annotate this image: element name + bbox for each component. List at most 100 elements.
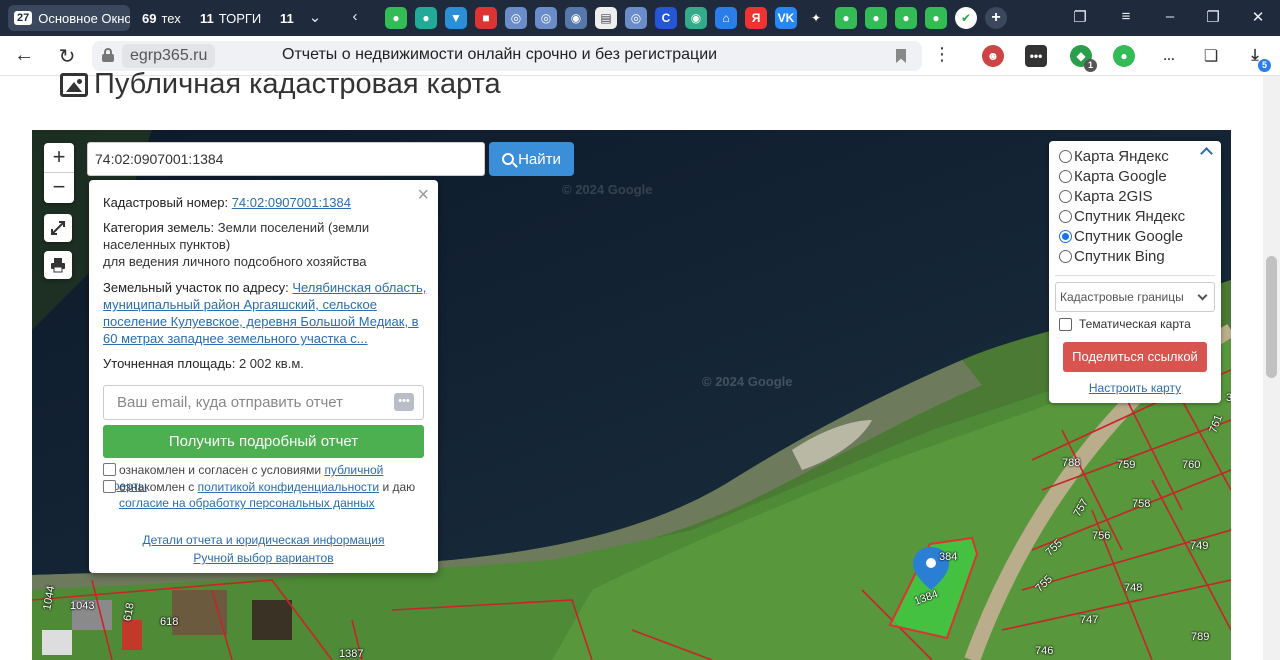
share-link-button[interactable]: Поделиться ссылкой — [1063, 342, 1207, 372]
layer-option-label: Карта Google — [1074, 167, 1167, 185]
offer-checkbox[interactable] — [103, 463, 116, 476]
tab-count: 27 — [14, 11, 33, 25]
eye-icon[interactable]: ◉ — [685, 7, 707, 29]
privacy-policy-link[interactable]: политикой конфиденциальности — [198, 480, 379, 494]
new-tab-icon[interactable]: + — [985, 7, 1007, 29]
check-icon[interactable]: ✔ — [955, 7, 977, 29]
print-button[interactable] — [44, 251, 72, 279]
more-vertical-icon[interactable]: ⋮ — [930, 44, 954, 65]
sparkle-icon[interactable]: ✦ — [805, 7, 827, 29]
layer-radio[interactable] — [1059, 249, 1072, 263]
yandex-icon[interactable]: Я — [745, 7, 767, 29]
menu-icon[interactable]: ≡ — [1116, 8, 1136, 25]
emblem-icon[interactable]: ◎ — [625, 7, 647, 29]
thematic-checkbox[interactable] — [1059, 317, 1072, 331]
tab-count: 11 — [200, 10, 214, 26]
configure-map-link[interactable]: Настроить карту — [1049, 381, 1221, 395]
domain-chip[interactable]: egrp365.ru — [122, 44, 216, 68]
home-icon[interactable]: ⌂ — [715, 7, 737, 29]
url-field[interactable]: egrp365.ru Отчеты о недвижимости онлайн … — [92, 41, 922, 71]
c-logo-icon[interactable]: C — [655, 7, 677, 29]
thematic-map-toggle[interactable]: Тематическая карта — [1059, 317, 1191, 331]
app-icon[interactable]: ● — [925, 7, 947, 29]
bookmarks-icon[interactable]: ❐ — [1070, 8, 1090, 26]
personal-data-consent-link[interactable]: согласие на обработку персональных данны… — [119, 496, 375, 510]
tab-tech[interactable]: 69 тех — [142, 5, 192, 31]
privacy-checkbox[interactable] — [103, 480, 116, 493]
app-icon[interactable]: ● — [415, 7, 437, 29]
extension-dots-icon[interactable]: ••• — [1025, 45, 1047, 67]
tab-torgi[interactable]: 11 ТОРГИ — [200, 5, 270, 31]
parcel-number-label: 760 — [1182, 459, 1201, 471]
shield-extension-icon[interactable]: ◆ 1 — [1070, 45, 1097, 72]
download-icon[interactable]: ⤓ 5 — [1244, 45, 1271, 72]
tab-main-window[interactable]: 27 Основное Окно — [8, 5, 130, 31]
layer-option-label: Карта Яндекс — [1074, 147, 1169, 165]
layer-option-label: Спутник Яндекс — [1074, 207, 1186, 225]
collections-icon[interactable]: ❏ — [1200, 45, 1222, 67]
category-label: Категория земель: — [103, 220, 215, 235]
tab-label: тех — [161, 10, 181, 26]
bookmark-icon[interactable] — [896, 49, 906, 63]
emblem-icon[interactable]: ◎ — [505, 7, 527, 29]
app-icon[interactable]: ● — [385, 7, 407, 29]
chevron-down-icon[interactable]: ⌄ — [305, 8, 325, 26]
extension-avatar-icon[interactable]: ☻ — [982, 45, 1004, 67]
layer-radio[interactable] — [1059, 189, 1072, 203]
reload-icon[interactable]: ↻ — [55, 44, 79, 69]
cadastral-label: Кадастровый номер: — [103, 195, 229, 210]
extension-green-icon[interactable]: ● — [1113, 45, 1135, 67]
shield-icon[interactable]: ▼ — [445, 7, 467, 29]
app-icon[interactable]: ● — [835, 7, 857, 29]
address-row: Земельный участок по адресу: Челябинская… — [103, 279, 428, 347]
restore-icon[interactable]: ❐ — [1203, 8, 1223, 26]
thematic-label: Тематическая карта — [1079, 317, 1191, 331]
image-icon — [60, 72, 88, 97]
minimize-icon[interactable]: – — [1160, 8, 1180, 25]
layer-option[interactable]: Карта Google — [1059, 166, 1167, 186]
zoom-in-button[interactable]: + — [44, 143, 74, 173]
cadastral-number-link[interactable]: 74:02:0907001:1384 — [232, 195, 351, 210]
page-scrollbar[interactable] — [1263, 76, 1280, 660]
layer-option[interactable]: Спутник Google — [1059, 226, 1183, 246]
layer-option[interactable]: Карта Яндекс — [1059, 146, 1169, 166]
autofill-icon[interactable]: ••• — [394, 393, 414, 411]
close-icon[interactable]: ✕ — [1248, 8, 1268, 26]
layer-radio[interactable] — [1059, 149, 1072, 163]
layer-radio[interactable] — [1059, 209, 1072, 223]
layer-radio[interactable] — [1059, 169, 1072, 183]
collapse-icon[interactable] — [1200, 147, 1213, 160]
layer-option[interactable]: Спутник Bing — [1059, 246, 1165, 266]
tab-label: ТОРГИ — [218, 10, 262, 26]
pinned-tabs: ● ● ▼ ■ ◎ ◎ ◉ ▤ ◎ C ◉ ⌂ Я VK ✦ ● ● ● ● ✔… — [385, 7, 1007, 29]
document-icon[interactable]: ▤ — [595, 7, 617, 29]
layer-radio[interactable] — [1059, 229, 1072, 243]
tab-group[interactable]: 11 — [280, 5, 300, 31]
cadastral-search-input[interactable]: 74:02:0907001:1384 — [87, 142, 485, 176]
scrollbar-thumb[interactable] — [1266, 256, 1277, 378]
report-details-link[interactable]: Детали отчета и юридическая информация — [89, 533, 438, 547]
emblem-icon[interactable]: ◎ — [535, 7, 557, 29]
layer-option[interactable]: Спутник Яндекс — [1059, 206, 1185, 226]
zoom-control: + − — [44, 143, 74, 203]
tab-count: 69 — [142, 10, 157, 26]
borders-select[interactable]: Кадастровые границы — [1055, 282, 1215, 312]
emblem-icon[interactable]: ◉ — [565, 7, 587, 29]
get-report-button[interactable]: Получить подробный отчет — [103, 425, 424, 458]
flag-icon[interactable]: ■ — [475, 7, 497, 29]
area-row: Уточненная площадь: 2 002 кв.м. — [103, 355, 428, 372]
app-icon[interactable]: ● — [895, 7, 917, 29]
find-button[interactable]: Найти — [489, 142, 574, 176]
parcel-number-label: 1043 — [70, 600, 95, 612]
app-icon[interactable]: ● — [865, 7, 887, 29]
vk-icon[interactable]: VK — [775, 7, 797, 29]
fullscreen-button[interactable] — [44, 214, 72, 242]
zoom-out-button[interactable]: − — [44, 173, 74, 203]
manual-selection-link[interactable]: Ручной выбор вариантов — [89, 551, 438, 565]
more-extensions-icon[interactable]: … — [1158, 45, 1180, 67]
page-title-in-url: Отчеты о недвижимости онлайн срочно и бе… — [282, 46, 718, 63]
back-tabs-icon[interactable]: ‹ — [345, 8, 365, 25]
back-arrow-icon[interactable]: ← — [12, 44, 36, 67]
layer-option[interactable]: Карта 2GIS — [1059, 186, 1153, 206]
email-field[interactable]: Ваш email, куда отправить отчет ••• — [103, 385, 424, 420]
